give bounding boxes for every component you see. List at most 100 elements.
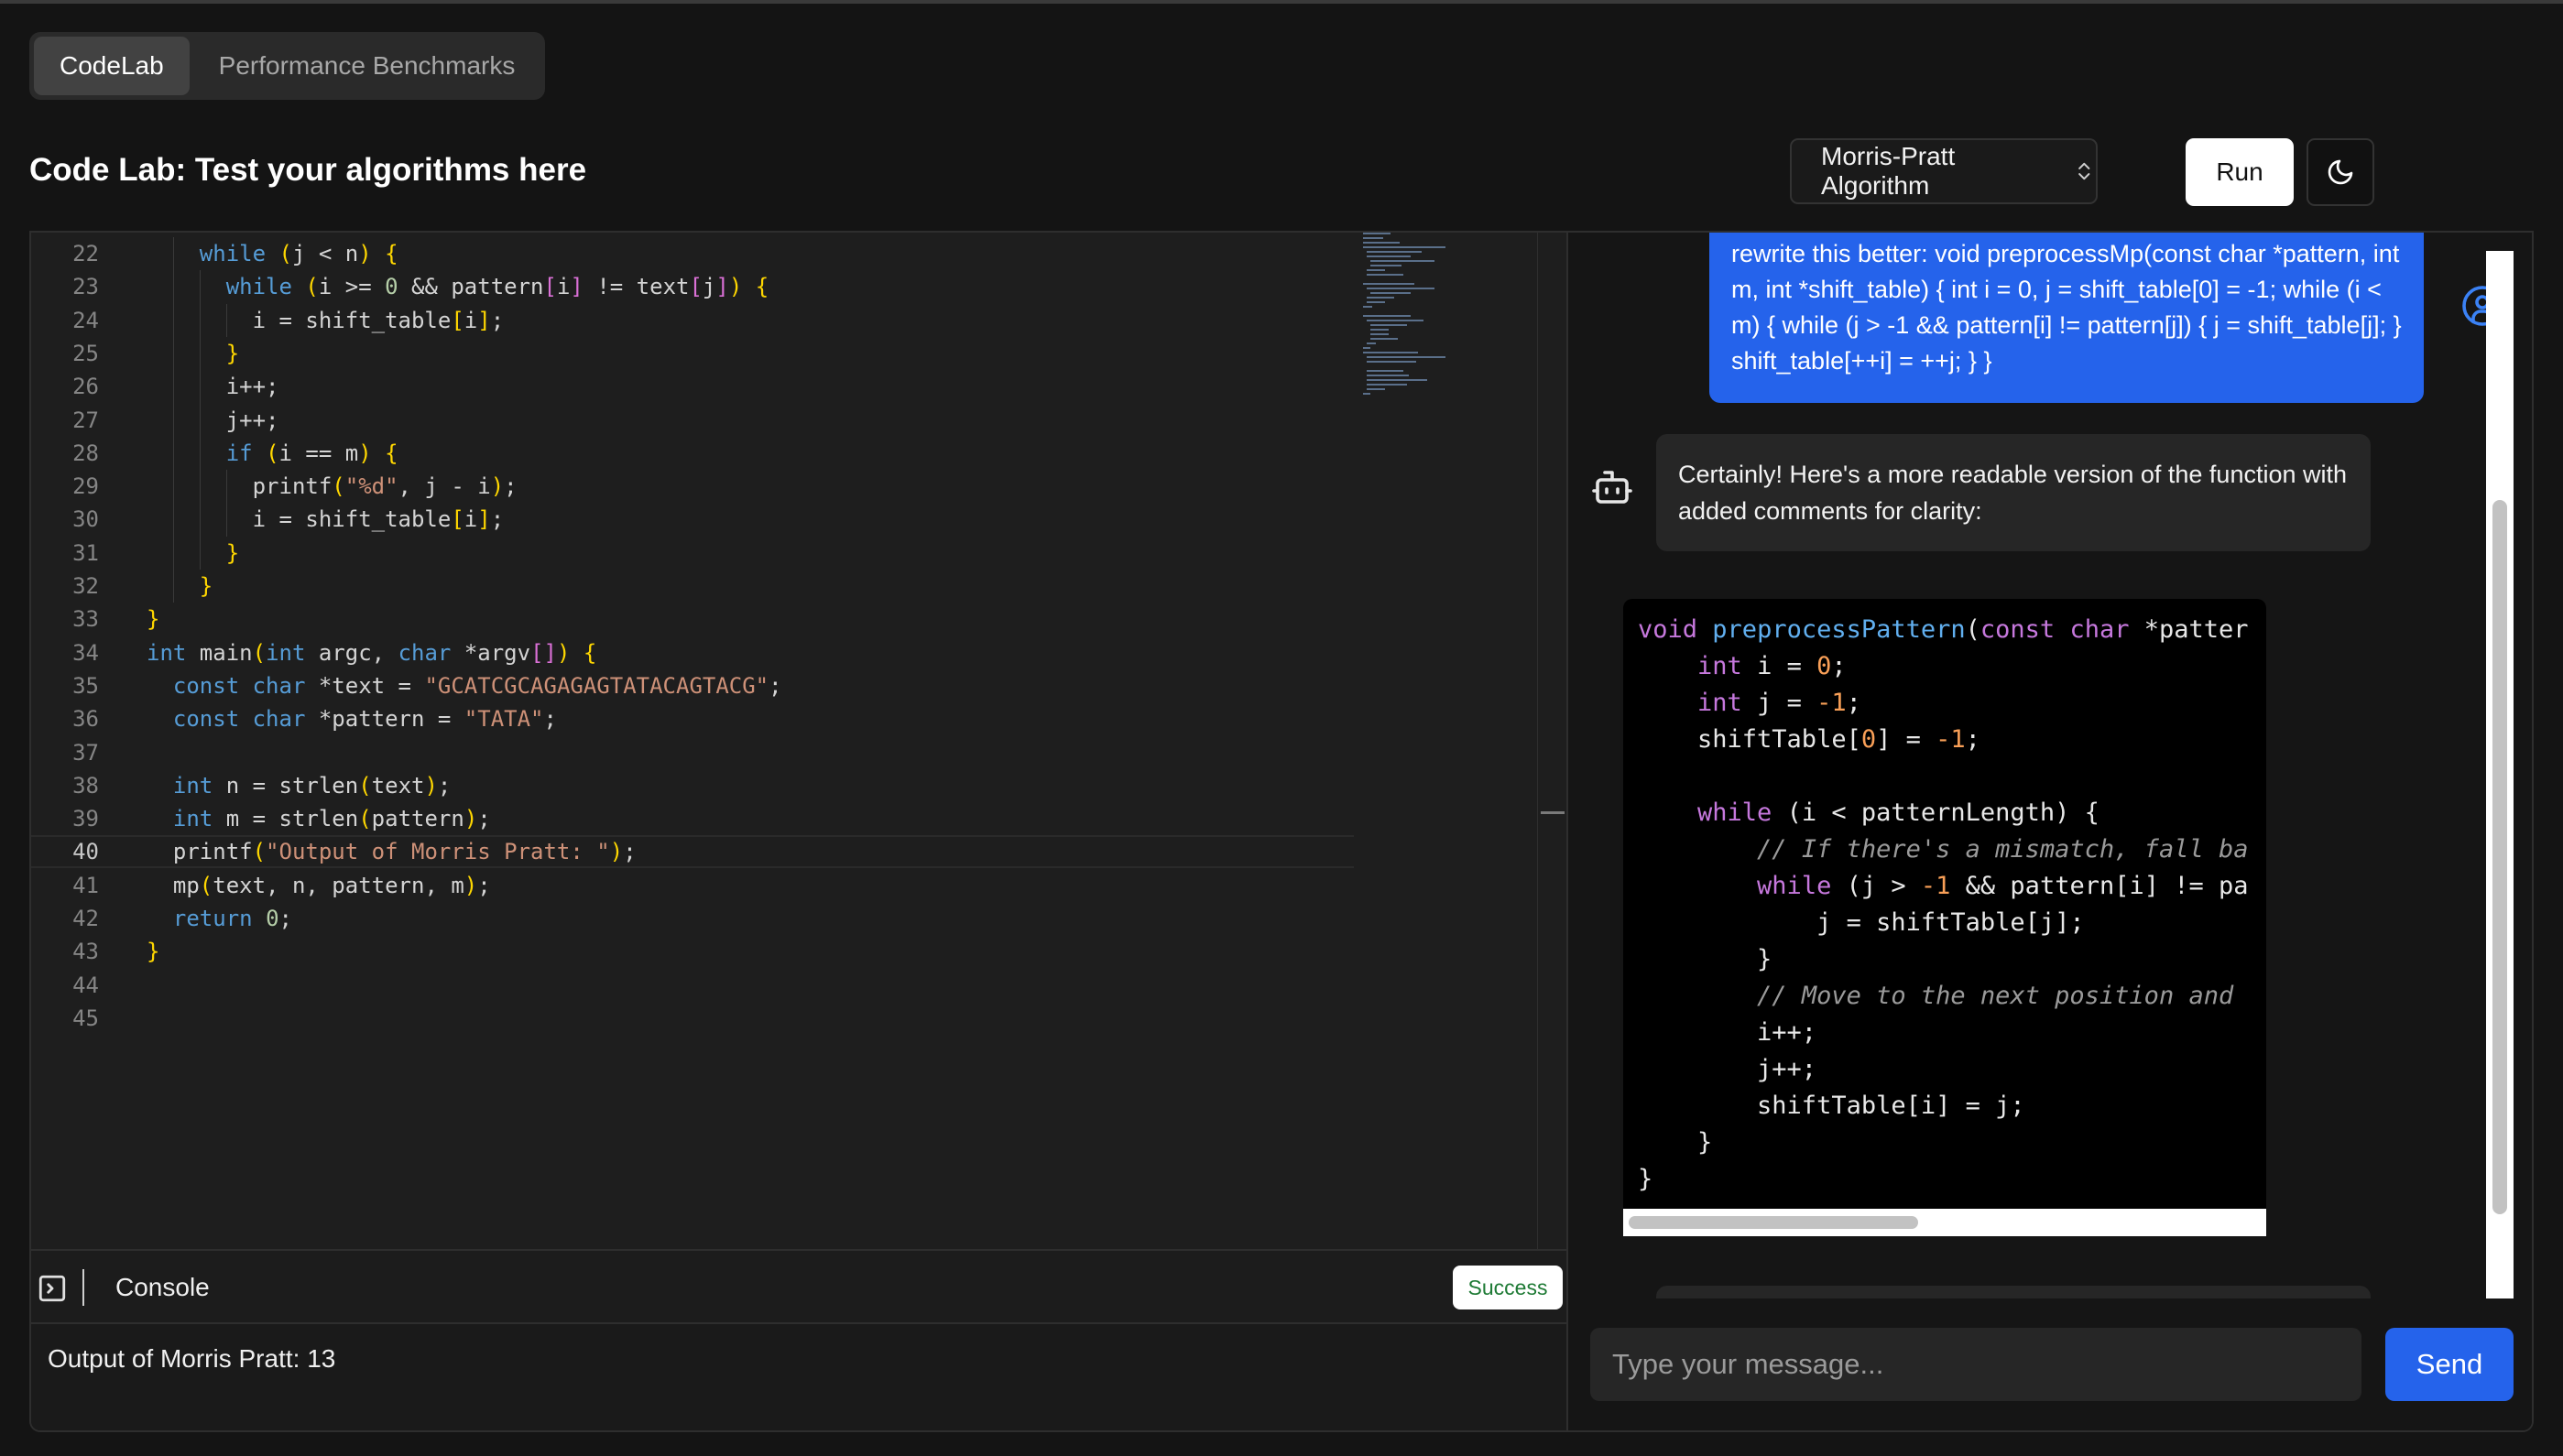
code-line[interactable]: 36 const char *pattern = "TATA"; — [31, 702, 1354, 735]
code-line[interactable]: 42 return 0; — [31, 902, 1354, 935]
line-number: 22 — [72, 241, 99, 266]
code-line[interactable]: 23 while (i >= 0 && pattern[i] != text[j… — [31, 270, 1354, 303]
line-number: 25 — [72, 340, 99, 366]
bot-code-text: void preprocessPattern(const char *patte… — [1638, 615, 2249, 1193]
window-top-edge — [0, 0, 2563, 4]
code-line[interactable]: 26 i++; — [31, 370, 1354, 403]
line-number: 45 — [72, 1005, 99, 1031]
line-number: 40 — [72, 839, 99, 865]
bot-icon — [1592, 471, 1632, 504]
chat-scrollbar[interactable] — [2486, 251, 2514, 1298]
code-text: } — [147, 606, 160, 633]
code-line[interactable]: 44 — [31, 969, 1354, 1002]
code-text: j++; — [147, 407, 279, 433]
code-line[interactable]: 30 i = shift_table[i]; — [31, 503, 1354, 536]
code-block-scrollbar[interactable] — [1623, 1209, 2266, 1236]
line-number: 28 — [72, 440, 99, 466]
code-line[interactable]: 45 — [31, 1002, 1354, 1035]
bot-message: Certainly! Here's a more readable versio… — [1656, 434, 2371, 551]
line-number: 35 — [72, 672, 99, 699]
chat-panel: rewrite this better: void preprocessMp(c… — [1568, 233, 2532, 1430]
code-line[interactable]: 38 int n = strlen(text); — [31, 769, 1354, 802]
code-text: } — [225, 539, 240, 566]
tab-performance-benchmarks[interactable]: Performance Benchmarks — [193, 37, 541, 95]
editor-scrollbar[interactable] — [1537, 233, 1538, 1249]
moon-icon — [2328, 159, 2353, 185]
code-text: if (i == m) { — [225, 440, 398, 466]
terminal-icon[interactable] — [37, 1273, 68, 1304]
line-number: 39 — [72, 806, 99, 832]
code-line[interactable]: 28 if (i == m) { — [31, 437, 1354, 470]
line-number: 34 — [72, 639, 99, 666]
code-line[interactable]: 37 — [31, 736, 1354, 769]
algorithm-select[interactable]: Morris-Pratt Algorithm — [1790, 138, 2098, 204]
indent-guide — [225, 470, 227, 537]
workspace: 22 while (j < n) {23 while (i >= 0 && pa… — [29, 233, 2534, 1432]
line-number: 33 — [72, 606, 99, 633]
code-line[interactable]: 33} — [31, 603, 1354, 636]
code-text: const char *text = "GCATCGCAGAGAGTATACAG… — [172, 672, 782, 699]
code-line[interactable]: 27 j++; — [31, 404, 1354, 437]
indent-guide — [199, 270, 201, 570]
code-line[interactable]: 43} — [31, 935, 1354, 968]
code-text: return 0; — [172, 906, 292, 931]
code-text: const char *pattern = "TATA"; — [172, 706, 557, 733]
code-text: } — [199, 573, 213, 599]
chat-messages[interactable]: rewrite this better: void preprocessMp(c… — [1568, 233, 2486, 1298]
code-line[interactable]: 25 } — [31, 337, 1354, 370]
code-text: } — [147, 939, 160, 965]
user-message: rewrite this better: void preprocessMp(c… — [1709, 233, 2424, 403]
chat-scrollbar-thumb[interactable] — [2492, 500, 2507, 1214]
code-text: int m = strlen(pattern); — [172, 806, 491, 832]
code-line[interactable]: 39 int m = strlen(pattern); — [31, 802, 1354, 835]
algorithm-select-value: Morris-Pratt Algorithm — [1821, 142, 1956, 200]
code-line[interactable]: 40 printf("Output of Morris Pratt: "); — [31, 835, 1354, 869]
line-number: 24 — [72, 307, 99, 333]
code-line[interactable]: 34 int main(int argc, char *argv[]) { — [31, 636, 1354, 669]
tab-codelab[interactable]: CodeLab — [34, 37, 190, 95]
line-number: 23 — [72, 274, 99, 300]
code-line[interactable]: 32 } — [31, 570, 1354, 603]
page-title: Code Lab: Test your algorithms here — [29, 152, 587, 188]
code-text: while (j < n) { — [199, 241, 398, 266]
message-input[interactable] — [1590, 1328, 2361, 1401]
chevron-up-down-icon — [2078, 162, 2090, 180]
bot-code-block[interactable]: void preprocessPattern(const char *patte… — [1623, 599, 2266, 1236]
line-number: 38 — [72, 772, 99, 799]
code-line[interactable]: 41 mp(text, n, pattern, m); — [31, 869, 1354, 902]
next-message-preview — [1656, 1286, 2371, 1298]
console-output: Output of Morris Pratt: 13 — [31, 1324, 1566, 1430]
indent-guide — [225, 303, 227, 337]
line-number: 36 — [72, 706, 99, 733]
run-button[interactable]: Run — [2186, 138, 2294, 206]
line-number: 31 — [72, 539, 99, 566]
code-line[interactable]: 24 i = shift_table[i]; — [31, 304, 1354, 337]
line-number: 26 — [72, 374, 99, 400]
tab-bar: CodeLab Performance Benchmarks — [29, 32, 546, 100]
editor-minimap[interactable] — [1359, 233, 1478, 397]
line-number: 29 — [72, 473, 99, 500]
code-line[interactable]: 35 const char *text = "GCATCGCAGAGAGTATA… — [31, 669, 1354, 702]
line-number: 43 — [72, 939, 99, 965]
line-number: 37 — [72, 739, 99, 766]
indent-guide — [172, 237, 174, 603]
code-text: mp(text, n, pattern, m); — [147, 872, 491, 898]
code-text: printf("Output of Morris Pratt: "); — [147, 839, 637, 865]
code-line[interactable]: 31 } — [31, 537, 1354, 570]
code-line[interactable]: 29 printf("%d", j - i); — [31, 470, 1354, 503]
code-line[interactable]: 22 while (j < n) { — [31, 237, 1354, 270]
code-text: } — [225, 340, 240, 366]
code-text: int n = strlen(text); — [172, 772, 452, 799]
send-button[interactable]: Send — [2385, 1328, 2514, 1401]
line-number: 30 — [72, 506, 99, 533]
line-number: 32 — [72, 573, 99, 599]
code-editor[interactable]: 22 while (j < n) {23 while (i >= 0 && pa… — [31, 233, 1566, 1249]
code-text: while (i >= 0 && pattern[i] != text[j]) … — [225, 274, 769, 300]
status-badge: Success — [1453, 1266, 1563, 1309]
line-number: 44 — [72, 972, 99, 998]
line-number: 41 — [72, 872, 99, 898]
code-block-scrollbar-thumb[interactable] — [1629, 1216, 1918, 1229]
theme-toggle-button[interactable] — [2307, 138, 2374, 206]
console-bar: Console Success — [31, 1249, 1566, 1324]
editor-scroll-position-marker — [1541, 811, 1565, 814]
